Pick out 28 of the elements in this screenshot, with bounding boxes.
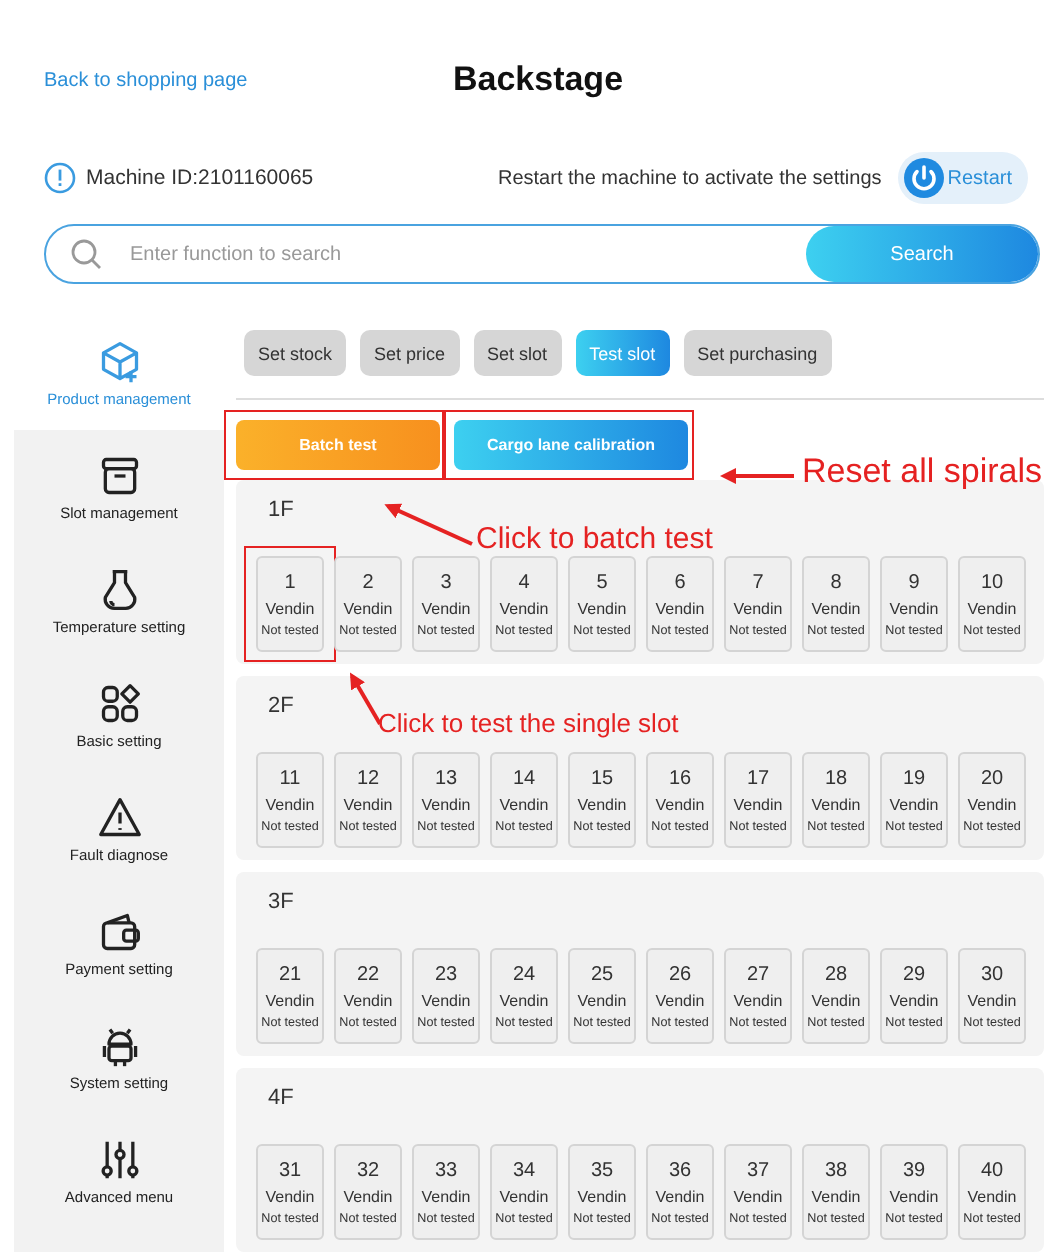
callout-text: Reset all spirals [802,454,1042,492]
robot-icon [97,1023,141,1067]
search-icon [70,238,102,270]
page-title: Backstage [452,60,624,100]
tab[interactable]: Set price [360,330,460,376]
tab[interactable]: Set slot [473,330,562,376]
tab[interactable]: Set stock [244,330,347,376]
floor-title: 4F [268,1084,294,1112]
shapes-icon [97,681,141,725]
callout-text: Click to batch test [476,524,713,557]
callout-text: Click to test the single slot [378,710,679,739]
floor-title: 2F [268,692,294,720]
sliders-icon [97,1137,141,1181]
power-icon [903,158,944,198]
cube-icon [97,339,141,383]
drawer-icon [97,453,141,497]
callout-arrow [720,468,794,484]
restart-notice: Restart the machine to activate the settings [497,167,882,189]
floor-title: 1F [268,496,294,524]
wallet-icon [97,909,141,953]
callout-arrow [384,503,473,546]
flask-icon [97,567,141,611]
tab[interactable]: Set purchasing [683,330,832,376]
warning-icon [97,795,141,839]
machine-id: Machine ID:2101160065 [86,166,314,190]
floor-title: 3F [268,888,294,916]
callout-arrow [350,672,382,725]
info-icon [44,162,76,194]
